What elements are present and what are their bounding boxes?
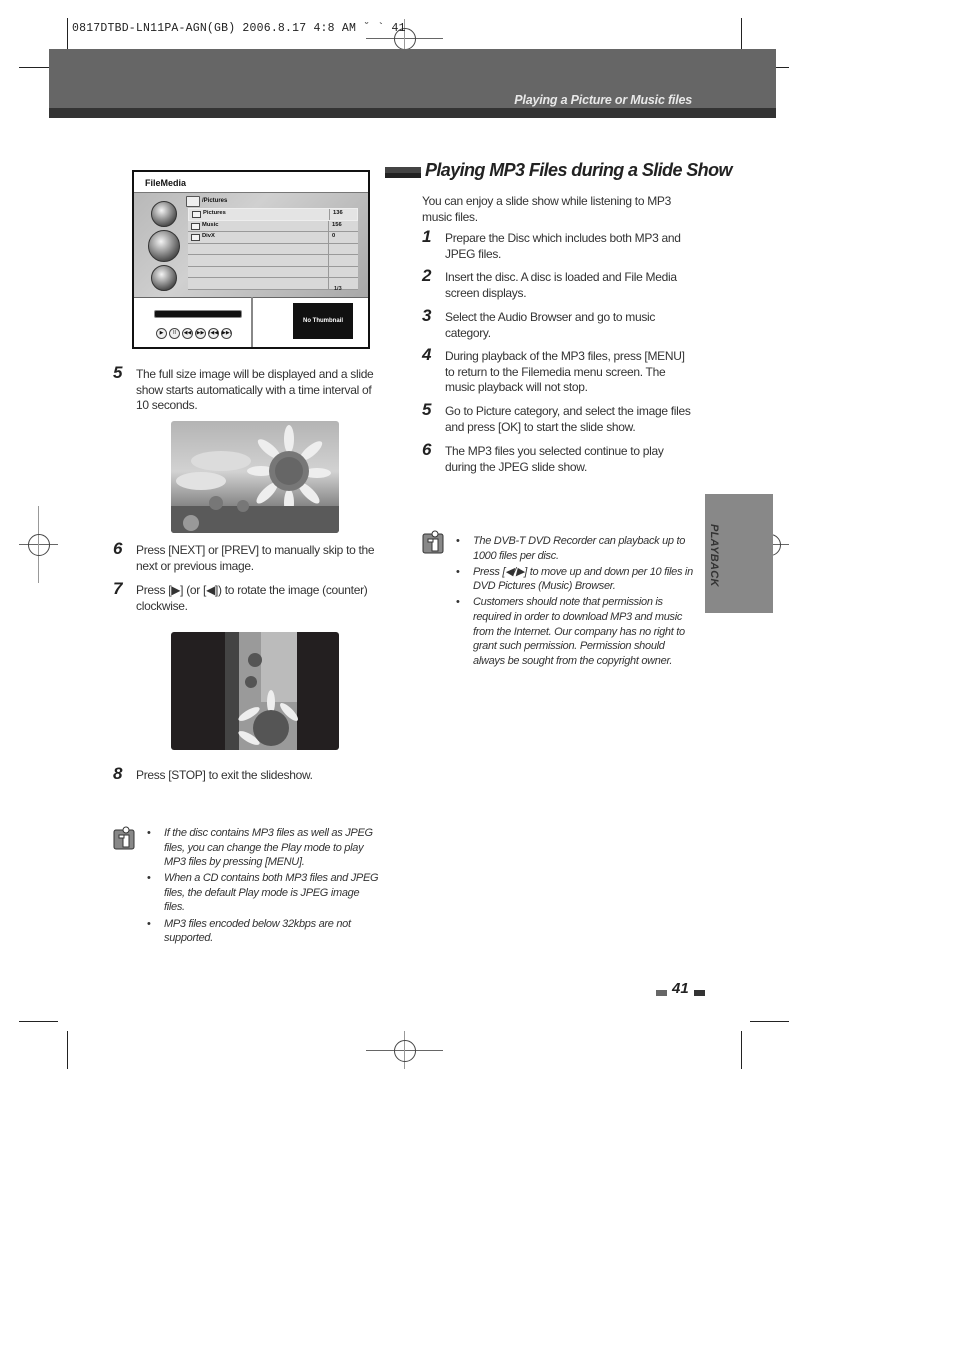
file-count: 156 <box>332 221 342 228</box>
empty-row <box>188 243 358 255</box>
file-row: Music 156 <box>188 220 358 232</box>
empty-row <box>188 278 358 290</box>
filemedia-file-list: Pictures 136 Music 156 DivX 0 <box>188 208 358 290</box>
crop-mark <box>67 1031 68 1069</box>
step-number: 5 <box>113 363 123 382</box>
note-item: If the disc contains MP3 files as well a… <box>147 826 382 870</box>
step-text: The full size image will be displayed an… <box>136 367 374 412</box>
fast-forward-icon: ▶▶ <box>195 328 206 339</box>
rewind-icon: ◀◀ <box>182 328 193 339</box>
right-notes: The DVB-T DVD Recorder can playback up t… <box>456 534 696 670</box>
step-text: During playback of the MP3 files, press … <box>445 349 685 394</box>
note-item: Press [◀/▶] to move up and down per 10 f… <box>456 565 696 594</box>
step-number: 2 <box>422 266 432 285</box>
playback-progress-bar <box>154 310 242 318</box>
page-number: 41 <box>672 980 689 997</box>
section-intro: You can enjoy a slide show while listeni… <box>422 194 672 224</box>
step-text: Press [STOP] to exit the slideshow. <box>136 768 313 782</box>
sunflower-rotated-photo <box>171 632 339 750</box>
step-number: 6 <box>113 539 123 558</box>
step-number: 1 <box>422 227 432 246</box>
note-item: Customers should note that permission is… <box>456 595 696 668</box>
info-note-icon <box>113 826 135 850</box>
info-note-icon <box>422 530 444 554</box>
left-notes: If the disc contains MP3 files as well a… <box>147 826 382 947</box>
filemedia-browser: /Pictures Pictures 136 Music 156 DivX 0 <box>134 192 368 297</box>
next-icon: ▶▶I <box>221 328 232 339</box>
file-name: Pictures <box>203 210 226 216</box>
file-count: 0 <box>332 233 336 239</box>
playback-controls: ▶ II ◀◀ ▶▶ I◀◀ ▶▶I <box>156 328 232 339</box>
note-item: The DVB-T DVD Recorder can playback up t… <box>456 534 696 563</box>
sunflower-illustration <box>171 425 339 533</box>
sunflower-rotated-illustration <box>225 632 298 750</box>
no-thumbnail-box: No Thumbnail <box>293 303 353 339</box>
step-number: 5 <box>422 400 432 419</box>
filemedia-path: /Pictures <box>202 198 228 204</box>
file-row: Pictures 136 <box>188 208 358 221</box>
folder-icon <box>186 196 200 207</box>
empty-row <box>188 266 358 278</box>
music-icon <box>151 201 177 227</box>
picture-icon <box>148 230 180 262</box>
print-slug: 0817DTBD-LN11PA-AGN(GB) 2006.8.17 4:8 AM… <box>72 22 406 35</box>
step-text: Press [NEXT] or [PREV] to manually skip … <box>136 543 375 573</box>
crop-mark <box>750 1021 789 1022</box>
divx-icon <box>151 265 177 291</box>
crop-mark <box>19 1021 58 1022</box>
pause-icon: II <box>169 328 180 339</box>
step-text: The MP3 files you selected continue to p… <box>445 444 664 474</box>
crop-mark <box>741 1031 742 1069</box>
note-item: MP3 files encoded below 32kbps are not s… <box>147 917 382 946</box>
section-title: Playing MP3 Files during a Slide Show <box>425 160 732 180</box>
page-number-bar-right <box>694 990 705 996</box>
step-number: 4 <box>422 345 432 364</box>
previous-icon: I◀◀ <box>208 328 219 339</box>
step-number: 7 <box>113 579 123 598</box>
side-tab-label: PLAYBACK <box>708 524 720 587</box>
file-name: Music <box>202 221 219 228</box>
step-text: Select the Audio Browser and go to music… <box>445 310 656 340</box>
step-number: 6 <box>422 440 432 459</box>
header-underline <box>49 108 776 118</box>
step-text: Go to Picture category, and select the i… <box>445 404 691 434</box>
page-number-bar-left <box>656 990 667 996</box>
section-title-bar-dark <box>385 173 421 178</box>
step-text: Prepare the Disc which includes both MP3… <box>445 231 681 261</box>
sunflower-photo <box>171 421 339 533</box>
step-number: 8 <box>113 764 123 783</box>
folder-icon <box>191 222 200 230</box>
step-number: 3 <box>422 306 432 325</box>
folder-icon <box>192 211 201 218</box>
header-section-title: Playing a Picture or Music files <box>514 93 692 107</box>
file-row: DivX 0 <box>188 232 358 244</box>
filemedia-title: FileMedia <box>145 178 187 188</box>
filemedia-screen: FileMedia /Pictures Pictures 136 Music 1… <box>132 170 370 349</box>
step-text: Insert the disc. A disc is loaded and Fi… <box>445 270 677 300</box>
note-item: When a CD contains both MP3 files and JP… <box>147 871 382 915</box>
filemedia-pager: 1/3 <box>334 286 342 292</box>
play-icon: ▶ <box>156 328 167 339</box>
file-name: DivX <box>202 233 215 239</box>
panel-divider <box>251 297 253 347</box>
empty-row <box>188 255 358 267</box>
file-count: 136 <box>333 210 343 216</box>
folder-icon <box>191 234 200 241</box>
step-text: Press [▶] (or [◀]) to rotate the image (… <box>136 583 368 613</box>
